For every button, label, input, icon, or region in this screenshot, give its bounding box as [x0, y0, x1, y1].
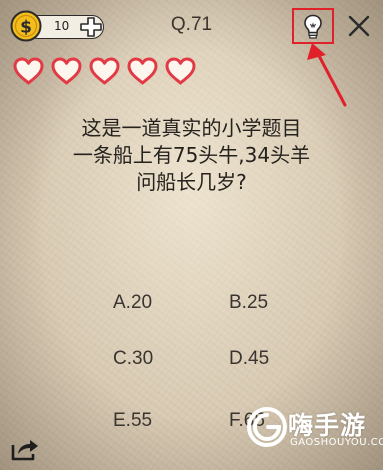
watermark-domain: GAOSHOUYOU.COM [290, 437, 383, 448]
question-line: 问船长几岁? [136, 170, 247, 194]
option-a[interactable]: A.20 [113, 292, 152, 314]
option-c[interactable]: C.30 [113, 348, 153, 370]
option-e[interactable]: E.55 [113, 410, 152, 432]
gaoshouyou-logo [247, 407, 287, 447]
option-b[interactable]: B.25 [229, 292, 268, 314]
question-line: 一条船上有75头牛,34头羊 [72, 143, 311, 167]
option-d[interactable]: D.45 [229, 348, 269, 370]
heart-icon [89, 57, 120, 85]
share-icon[interactable] [10, 434, 40, 462]
heart-icon [127, 57, 158, 85]
question-line: 这是一道真实的小学题目 [81, 116, 302, 140]
close-button[interactable] [347, 14, 371, 38]
lightbulb-icon [304, 14, 322, 39]
hint-button[interactable] [292, 8, 334, 44]
heart-icon [165, 57, 196, 85]
heart-icon [51, 57, 82, 85]
heart-icon [13, 57, 44, 85]
watermark: 嗨手游 GAOSHOUYOU.COM [246, 404, 383, 458]
game-screen: 10 $ Q.71 这是一道真实的小学题目 一条船上有75头牛,34头羊 问船长… [0, 0, 383, 470]
question-text: 这是一道真实的小学题目 一条船上有75头牛,34头羊 问船长几岁? [0, 115, 383, 196]
lives-row [12, 56, 197, 88]
